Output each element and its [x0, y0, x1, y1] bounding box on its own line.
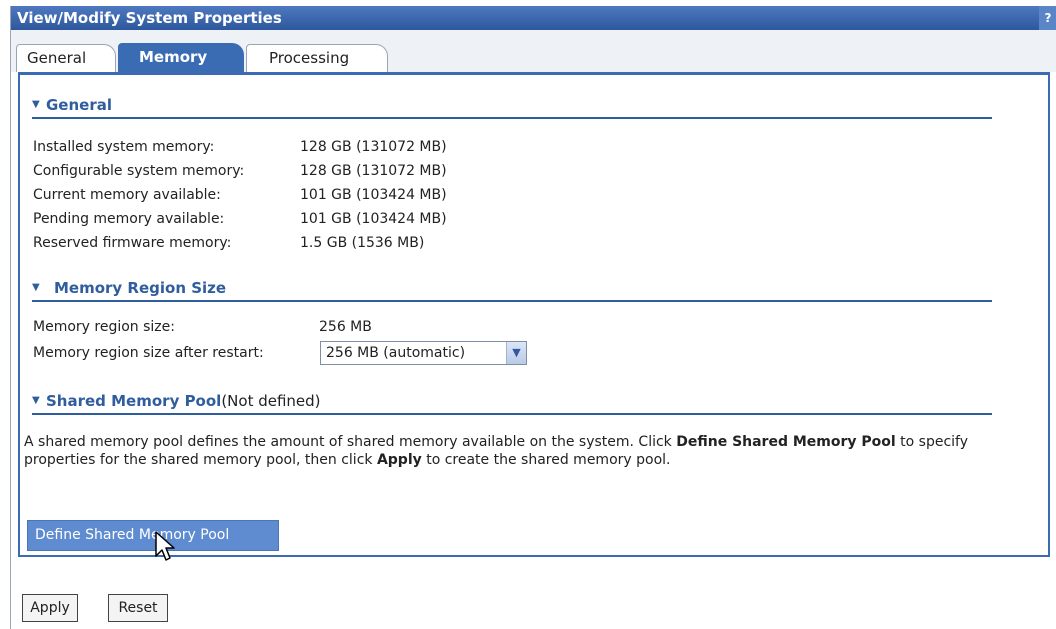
pool-description: A shared memory pool defines the amount …: [24, 433, 1004, 469]
tab-processing[interactable]: Processing: [246, 44, 388, 72]
tab-label: Memory: [139, 48, 208, 66]
tab-label: General: [27, 49, 87, 67]
pool-section-header[interactable]: ▼ Shared Memory Pool(Not defined): [32, 389, 992, 415]
collapse-triangle-icon: ▼: [32, 99, 40, 110]
region-size-select[interactable]: 256 MB (automatic) ▼: [320, 341, 527, 365]
installed-memory-value: 128 GB (131072 MB): [300, 139, 447, 155]
tab-strip: General Memory Processing: [11, 30, 1056, 73]
collapse-triangle-icon: ▼: [32, 282, 40, 293]
region-size-label: Memory region size:: [33, 319, 175, 335]
reset-button[interactable]: Reset: [108, 594, 168, 622]
pool-description-text: to create the shared memory pool.: [421, 452, 671, 468]
general-section-title: General: [46, 96, 112, 114]
tab-memory[interactable]: Memory: [118, 43, 244, 73]
reserved-memory-label: Reserved firmware memory:: [33, 235, 232, 251]
pool-description-bold: Apply: [376, 452, 422, 468]
reserved-memory-value: 1.5 GB (1536 MB): [300, 235, 425, 251]
collapse-triangle-icon: ▼: [32, 395, 40, 406]
pool-description-text: A shared memory pool defines the amount …: [24, 434, 677, 450]
pool-description-bold: Define Shared Memory Pool: [676, 434, 896, 450]
pending-memory-value: 101 GB (103424 MB): [300, 211, 447, 227]
pool-section-title: Shared Memory Pool: [46, 392, 222, 410]
current-memory-value: 101 GB (103424 MB): [300, 187, 447, 203]
region-section-title: Memory Region Size: [54, 279, 227, 297]
configurable-memory-label: Configurable system memory:: [33, 163, 245, 179]
define-shared-memory-pool-button[interactable]: Define Shared Memory Pool: [27, 520, 279, 551]
current-memory-label: Current memory available:: [33, 187, 221, 203]
apply-button[interactable]: Apply: [22, 594, 78, 622]
chevron-down-icon[interactable]: ▼: [506, 342, 526, 364]
mouse-pointer-icon: [155, 531, 175, 561]
region-section-header[interactable]: ▼ Memory Region Size: [32, 276, 992, 302]
pending-memory-label: Pending memory available:: [33, 211, 225, 227]
help-icon[interactable]: ?: [1039, 6, 1056, 30]
configurable-memory-value: 128 GB (131072 MB): [300, 163, 447, 179]
pool-status: (Not defined): [221, 392, 321, 410]
installed-memory-label: Installed system memory:: [33, 139, 215, 155]
general-section-header[interactable]: ▼ General: [32, 93, 992, 119]
memory-tab-panel: ▼ General Installed system memory: 128 GB…: [18, 72, 1050, 557]
tab-general[interactable]: General: [16, 44, 116, 72]
window-title: View/Modify System Properties: [17, 9, 282, 27]
tab-label: Processing: [269, 49, 350, 67]
region-size-select-value: 256 MB (automatic): [326, 345, 466, 361]
region-restart-label: Memory region size after restart:: [33, 345, 264, 361]
region-size-value: 256 MB: [319, 319, 372, 335]
window-titlebar: View/Modify System Properties ?: [11, 6, 1056, 30]
